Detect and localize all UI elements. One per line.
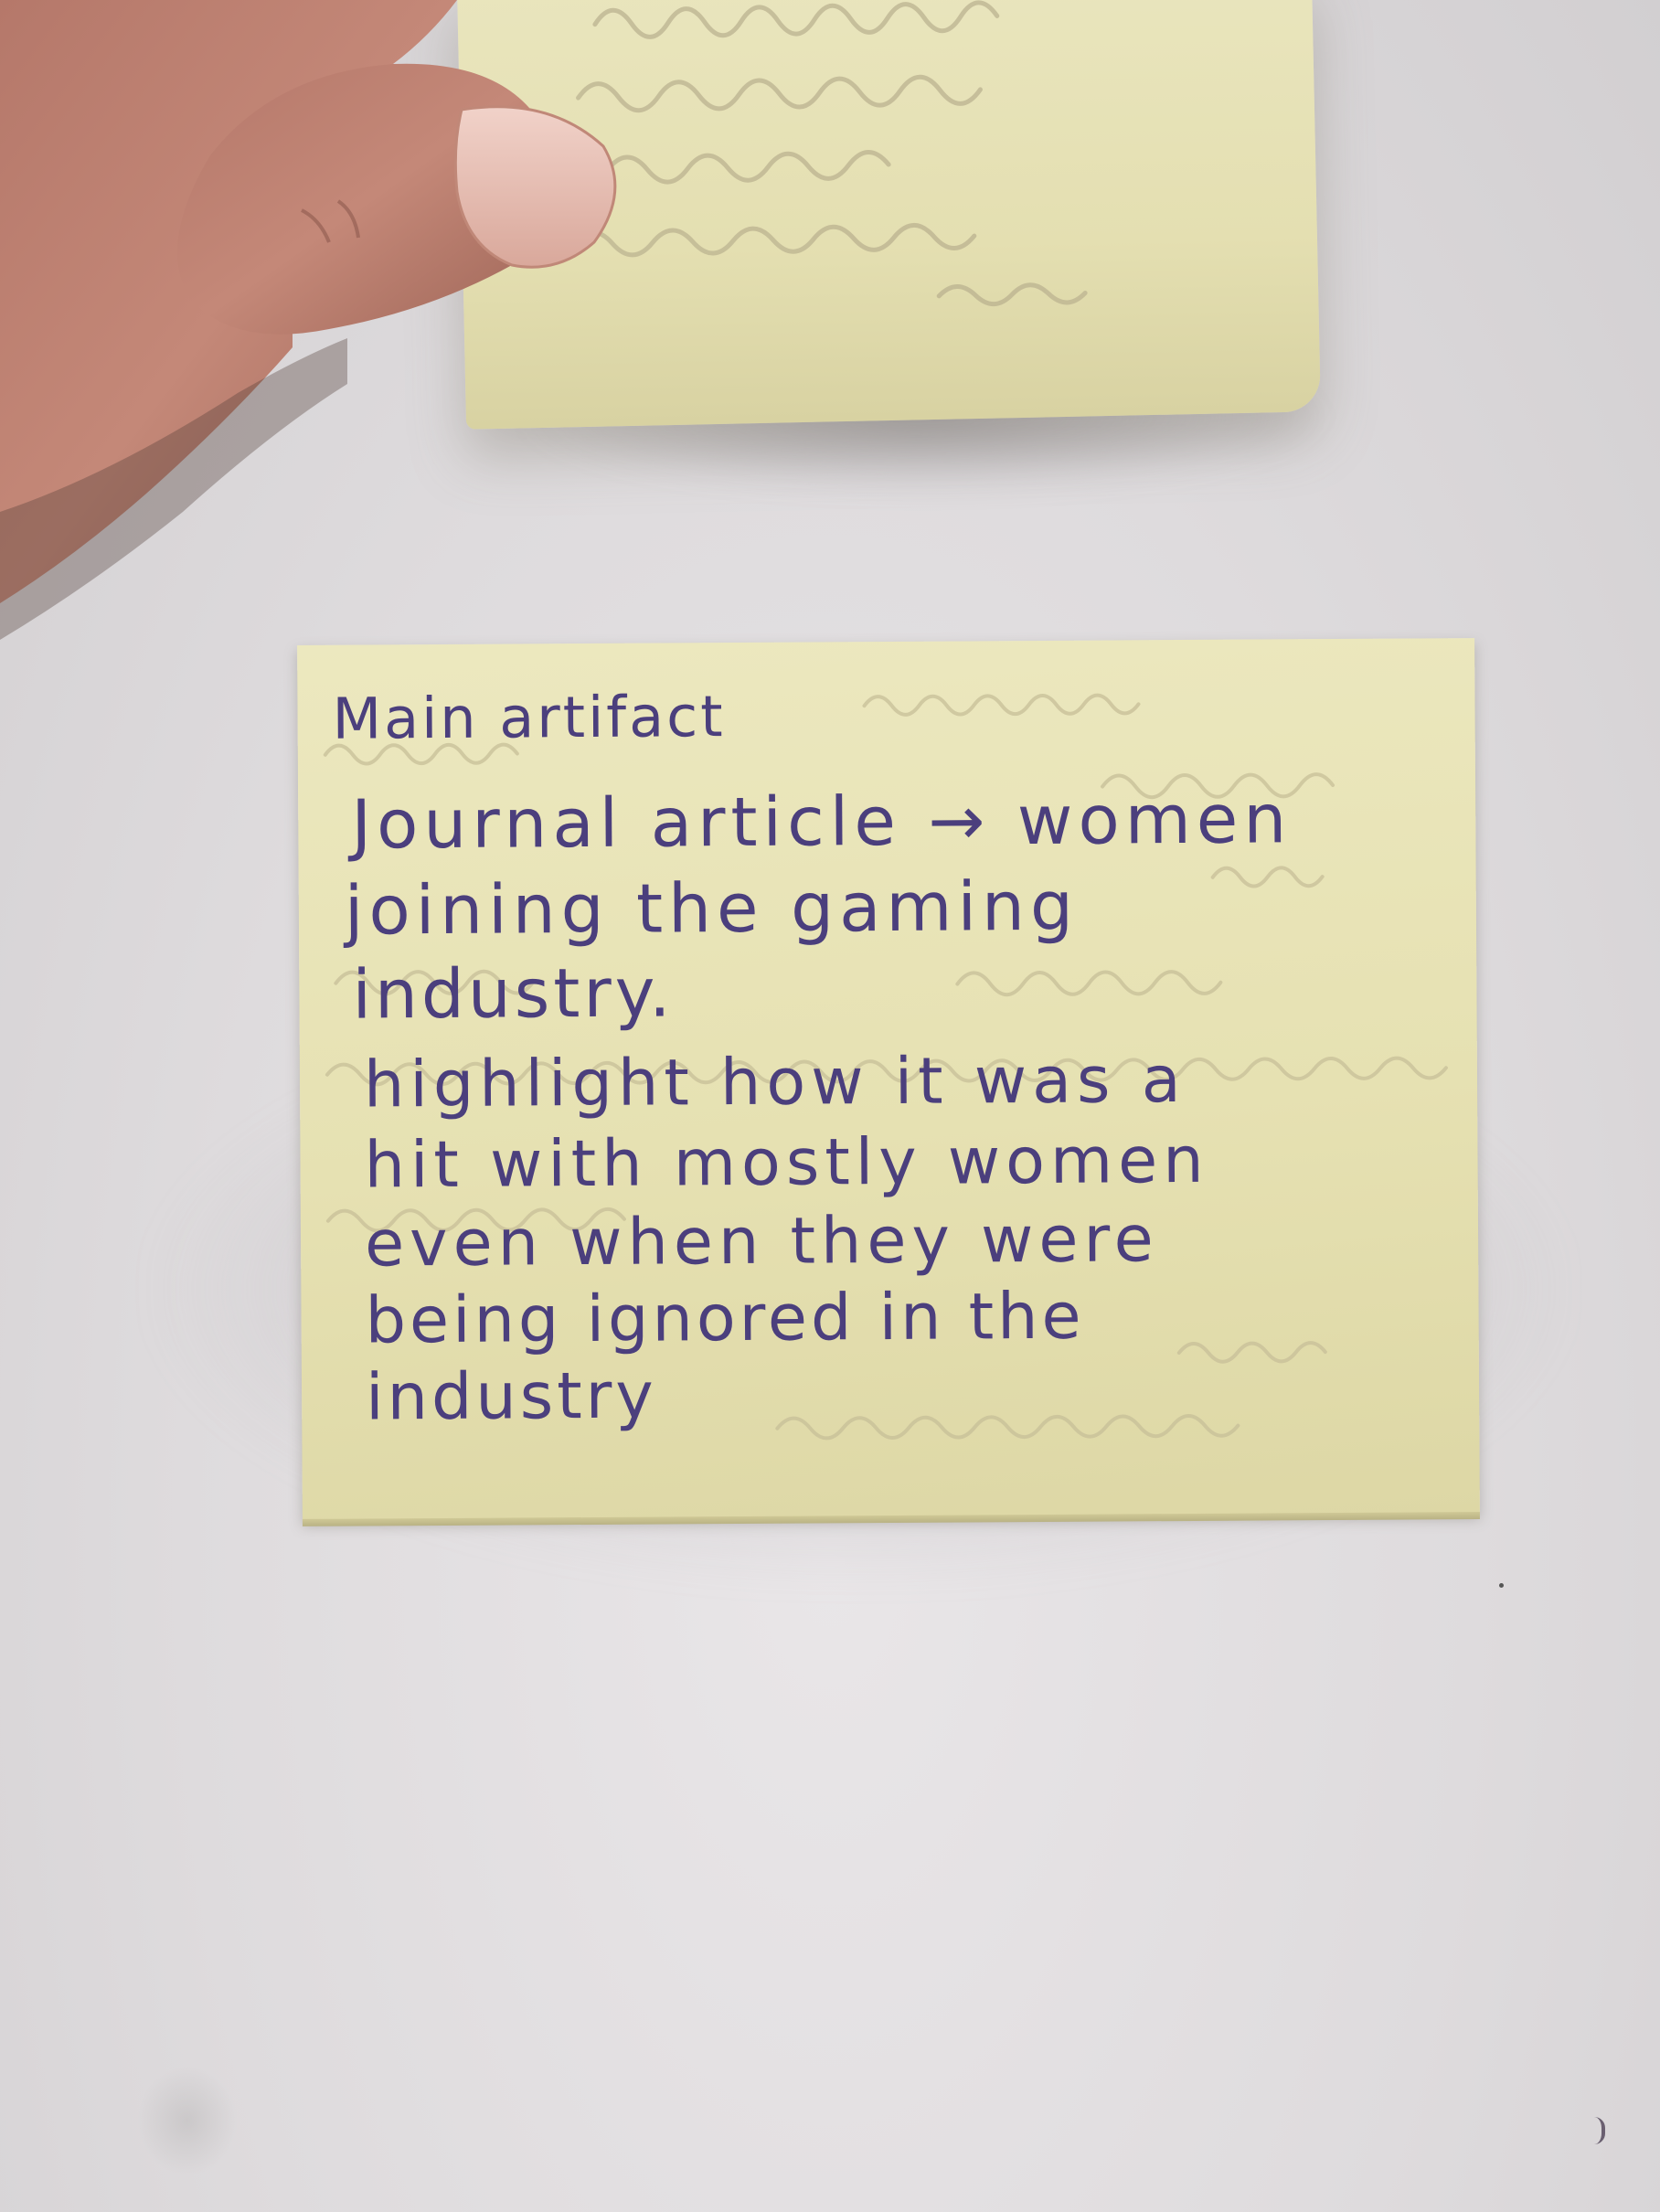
note-line: industry	[365, 1357, 658, 1435]
hand	[0, 0, 617, 640]
surface-dot	[1499, 1583, 1504, 1588]
surface-smudge	[137, 2066, 238, 2175]
photo-scene: Main artifact Journal article → women jo…	[0, 0, 1660, 2212]
note-line: industry.	[352, 953, 675, 1035]
note-line: being ignored in the	[365, 1278, 1085, 1358]
surface-speck	[1594, 2117, 1605, 2144]
note-line: joining the gaming	[344, 867, 1080, 951]
handwritten-text: Main artifact Journal article → women jo…	[314, 656, 1470, 1435]
note-line: highlight how it was a	[363, 1042, 1186, 1122]
sticky-note: Main artifact Journal article → women jo…	[297, 638, 1480, 1526]
note-line: even when they were	[364, 1201, 1159, 1281]
note-line: Journal article → women	[351, 780, 1293, 865]
note-line: hit with mostly women	[364, 1122, 1209, 1203]
note-line-title: Main artifact	[332, 683, 726, 752]
